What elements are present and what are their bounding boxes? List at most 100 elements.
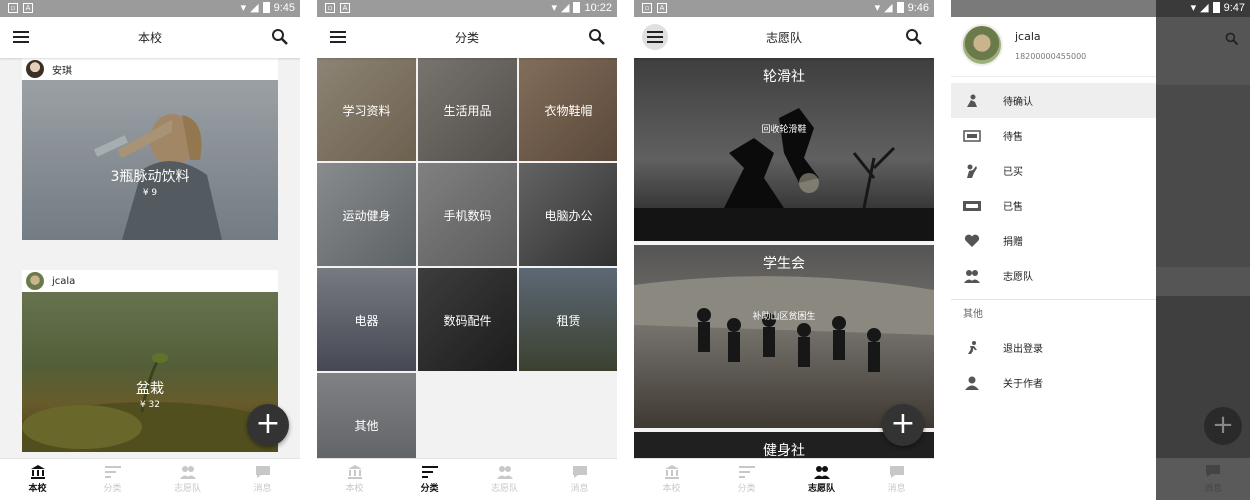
card-header: jcala bbox=[22, 270, 278, 292]
volunteer-card[interactable]: 学生会 补助山区贫困生 bbox=[634, 245, 934, 428]
bottom-nav: 本校 分类 志愿队 消息 bbox=[317, 458, 617, 500]
category-tile-accessories[interactable]: 数码配件 bbox=[418, 268, 517, 371]
nav-school[interactable]: 本校 bbox=[317, 459, 392, 500]
add-button[interactable]: + bbox=[882, 404, 924, 446]
drawer-item-label: 志愿队 bbox=[1003, 272, 1033, 283]
page-title: 志愿队 bbox=[765, 31, 802, 45]
volunteer-card[interactable]: 轮滑社 回收轮滑鞋 bbox=[634, 58, 934, 241]
avatar bbox=[26, 60, 44, 78]
wifi-icon: ▾ bbox=[240, 2, 247, 14]
wifi-icon: ▾ bbox=[1190, 2, 1197, 14]
search-icon[interactable] bbox=[904, 27, 924, 47]
pending-icon bbox=[963, 94, 981, 108]
team-name: 学生会 bbox=[763, 256, 805, 272]
category-tile-sports[interactable]: 运动健身 bbox=[317, 163, 416, 266]
bank-icon bbox=[30, 465, 45, 479]
page-title: 分类 bbox=[454, 31, 479, 45]
drawer-profile[interactable]: jcala 18200000455000 bbox=[951, 17, 1156, 77]
item-name: 盆栽 bbox=[136, 381, 164, 397]
nav-label: 消息 bbox=[253, 484, 272, 494]
status-bar: ▫ A ▾ ◢ 10:22 bbox=[317, 0, 617, 17]
nav-messages[interactable]: 消息 bbox=[859, 459, 934, 500]
drawer-item-donate[interactable]: 捐赠 bbox=[951, 223, 1156, 258]
sold-icon bbox=[963, 199, 981, 213]
bank-icon bbox=[347, 465, 362, 479]
category-tile-study[interactable]: 学习资料 bbox=[317, 58, 416, 161]
add-button[interactable]: + bbox=[247, 404, 289, 446]
search-icon[interactable] bbox=[587, 27, 607, 47]
drawer-item-label: 退出登录 bbox=[1003, 344, 1043, 355]
nav-messages[interactable]: 消息 bbox=[542, 459, 617, 500]
nav-label: 分类 bbox=[103, 484, 122, 494]
for-sale-icon bbox=[963, 129, 981, 143]
avatar bbox=[961, 24, 1003, 66]
drawer-item-volunteer[interactable]: 志愿队 bbox=[951, 258, 1156, 293]
item-price: ¥ 32 bbox=[139, 400, 161, 410]
nav-category[interactable]: 分类 bbox=[75, 459, 150, 500]
drawer-item-sold[interactable]: 已售 bbox=[951, 188, 1156, 223]
nav-label: 本校 bbox=[662, 484, 681, 494]
category-label: 衣物鞋帽 bbox=[544, 104, 593, 118]
notification-icon: ▫ bbox=[325, 3, 335, 13]
battery-icon bbox=[573, 2, 581, 13]
nav-school[interactable]: 本校 bbox=[0, 459, 75, 500]
seller-name: 安琪 bbox=[52, 65, 72, 77]
category-tile-rental[interactable]: 租赁 bbox=[519, 268, 617, 371]
category-tile-phones[interactable]: 手机数码 bbox=[418, 163, 517, 266]
nav-label: 本校 bbox=[28, 484, 47, 494]
drawer-item-for-sale[interactable]: 待售 bbox=[951, 118, 1156, 153]
category-tile-clothing[interactable]: 衣物鞋帽 bbox=[519, 58, 617, 161]
category-label: 生活用品 bbox=[443, 104, 492, 118]
app-bar: 分类 bbox=[317, 17, 617, 58]
clock: 10:22 bbox=[584, 1, 612, 14]
item-price: ¥ 9 bbox=[142, 188, 158, 198]
category-label: 电脑办公 bbox=[544, 209, 593, 223]
category-label: 租赁 bbox=[556, 314, 581, 328]
nav-volunteer[interactable]: 志愿队 bbox=[467, 459, 542, 500]
battery-icon bbox=[1212, 2, 1220, 13]
clock: 9:46 bbox=[907, 1, 929, 14]
drawer-item-label: 待确认 bbox=[1003, 97, 1033, 108]
item-name: 3瓶脉动饮料 bbox=[110, 169, 190, 185]
message-icon bbox=[572, 466, 587, 478]
item-photo: 盆栽 ¥ 32 bbox=[22, 292, 278, 452]
sort-icon bbox=[738, 466, 755, 478]
nav-label: 分类 bbox=[420, 484, 439, 494]
status-bar: ▫ A ▾ ◢ 9:45 bbox=[0, 0, 300, 17]
nav-label: 本校 bbox=[345, 484, 364, 494]
bottom-nav: 本校 分类 志愿队 消息 bbox=[634, 458, 934, 500]
category-label: 数码配件 bbox=[443, 314, 492, 328]
nav-messages[interactable]: 消息 bbox=[225, 459, 300, 500]
seller-name: jcala bbox=[52, 275, 76, 287]
signal-icon: ◢ bbox=[250, 2, 259, 14]
status-bar: ▫ A ▾ ◢ 9:46 bbox=[634, 0, 934, 17]
drawer-item-about[interactable]: 关于作者 bbox=[951, 365, 1156, 400]
nav-school[interactable]: 本校 bbox=[634, 459, 709, 500]
nav-volunteer[interactable]: 志愿队 bbox=[784, 459, 859, 500]
signal-icon: ◢ bbox=[1200, 2, 1209, 14]
wifi-icon: ▾ bbox=[874, 2, 881, 14]
category-tile-computers[interactable]: 电脑办公 bbox=[519, 163, 617, 266]
drawer-item-logout[interactable]: 退出登录 bbox=[951, 330, 1156, 365]
drawer-item-label: 捐赠 bbox=[1003, 237, 1023, 248]
item-card[interactable]: jcala 盆栽 ¥ 32 bbox=[22, 270, 278, 452]
nav-category[interactable]: 分类 bbox=[392, 459, 467, 500]
item-photo: 3瓶脉动饮料 ¥ 9 bbox=[22, 80, 278, 240]
drawer-item-bought[interactable]: 已买 bbox=[951, 153, 1156, 188]
notification-icon: ▫ bbox=[642, 3, 652, 13]
logout-icon bbox=[963, 340, 981, 355]
nav-category[interactable]: 分类 bbox=[709, 459, 784, 500]
category-tile-appliances[interactable]: 电器 bbox=[317, 268, 416, 371]
navigation-drawer: jcala 18200000455000 待确认 待售 已买 已售 捐赠 志愿队… bbox=[951, 0, 1156, 500]
team-name: 健身社 bbox=[763, 443, 805, 459]
card-header: 安琪 bbox=[22, 58, 278, 80]
signal-icon: ◢ bbox=[561, 2, 570, 14]
search-icon[interactable] bbox=[270, 27, 290, 47]
add-button: + bbox=[1204, 407, 1242, 445]
drawer-item-pending[interactable]: 待确认 bbox=[951, 83, 1156, 118]
nav-volunteer[interactable]: 志愿队 bbox=[150, 459, 225, 500]
category-label: 运动健身 bbox=[342, 209, 391, 223]
item-card[interactable]: 安琪 3瓶脉动饮料 ¥ 9 bbox=[22, 58, 278, 240]
drawer-scrim[interactable]: ▾ ◢ 9:47 + 消息 bbox=[1156, 0, 1250, 500]
category-tile-daily[interactable]: 生活用品 bbox=[418, 58, 517, 161]
